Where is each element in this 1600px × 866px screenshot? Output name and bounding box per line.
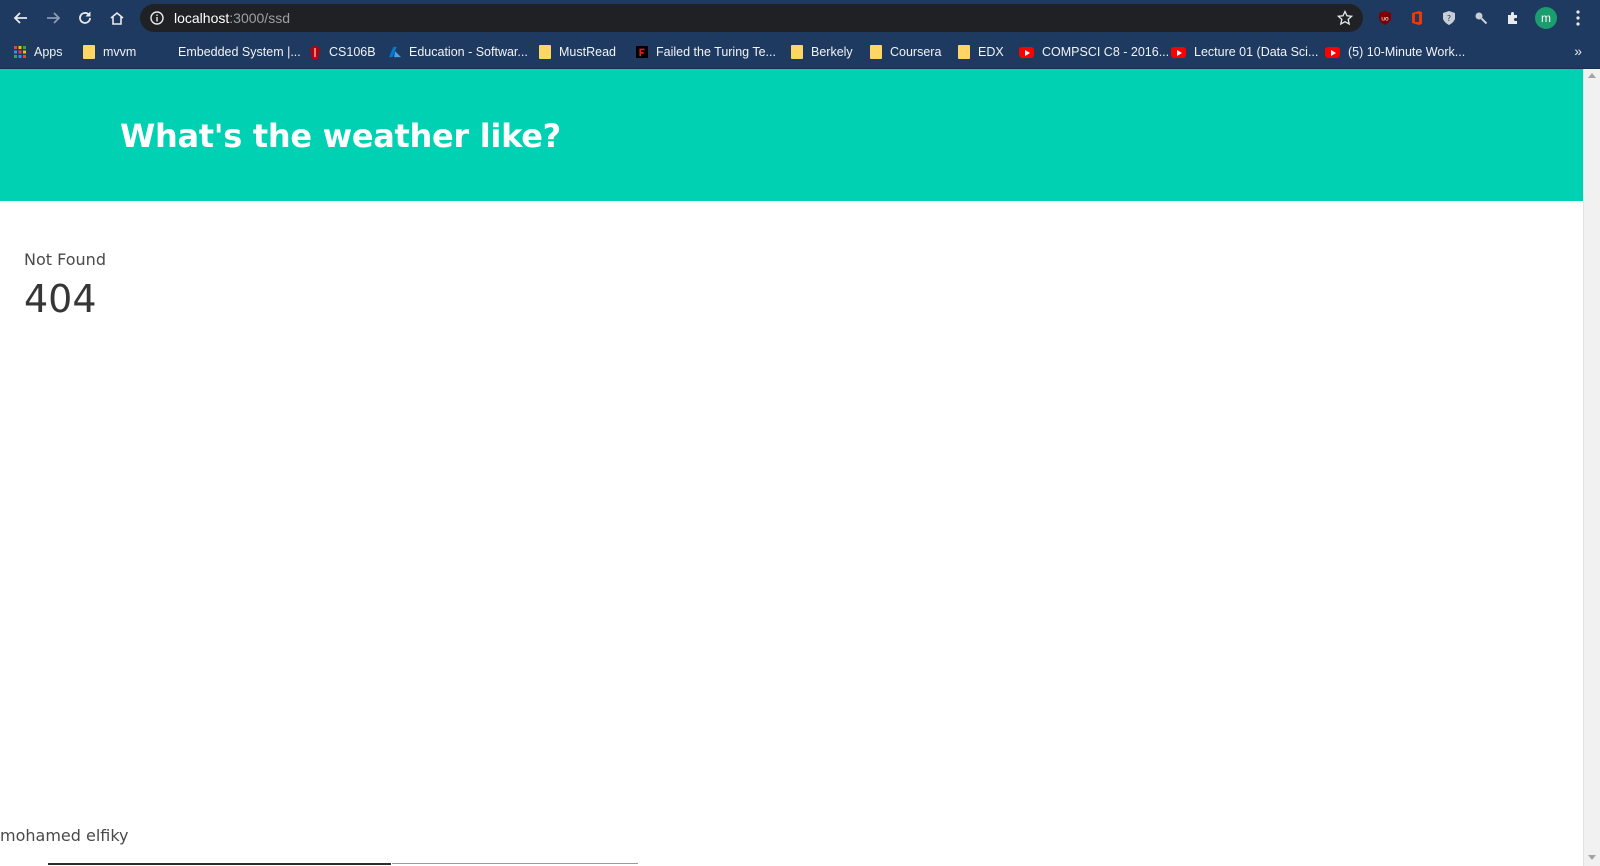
bookmark-failed-turing-test[interactable]: Failed the Turing Te...	[636, 42, 776, 62]
error-message: Not Found	[24, 250, 106, 269]
bookmarks-bar: Apps mvvm Embedded System |... CS106B Ed…	[0, 36, 1600, 69]
error-code: 404	[24, 277, 97, 321]
forward-button[interactable]	[41, 6, 65, 30]
browser-chrome: localhost:3000/ssd uo ? m Apps mvvm Embe…	[0, 0, 1600, 69]
puzzle-extensions-icon[interactable]	[1503, 8, 1523, 28]
bookmark-label: Education - Softwar...	[409, 45, 528, 59]
bookmarks-overflow-button[interactable]: »	[1574, 43, 1582, 59]
profile-avatar[interactable]: m	[1535, 7, 1557, 29]
stanford-icon	[310, 45, 320, 59]
bookmark-mustread[interactable]: MustRead	[539, 42, 616, 62]
folder-icon	[83, 45, 95, 59]
bookmark-coursera[interactable]: Coursera	[870, 42, 941, 62]
bookmark-label: Berkely	[811, 45, 853, 59]
folder-icon	[958, 45, 970, 59]
bookmark-mvvm[interactable]: mvvm	[83, 42, 136, 62]
youtube-icon	[1171, 46, 1186, 58]
footer-author: mohamed elfiky	[0, 826, 129, 845]
apps-grid-icon	[14, 46, 26, 58]
youtube-icon	[1019, 46, 1034, 58]
search-key-extension-icon[interactable]	[1471, 8, 1491, 28]
info-icon[interactable]	[150, 11, 164, 25]
browser-menu-icon[interactable]	[1570, 8, 1586, 28]
shield-extension-icon[interactable]: ?	[1439, 8, 1459, 28]
url-host: localhost	[174, 10, 230, 26]
bookmark-label: Lecture 01 (Data Sci...	[1194, 45, 1319, 59]
bookmark-label: MustRead	[559, 45, 616, 59]
scroll-up-arrow-icon[interactable]	[1588, 73, 1596, 78]
bookmark-label: mvvm	[103, 45, 137, 59]
azure-icon	[389, 46, 401, 58]
folder-icon	[791, 45, 803, 59]
back-arrow-icon	[13, 12, 27, 24]
bookmark-label: CS106B	[329, 45, 376, 59]
browser-toolbar: localhost:3000/ssd uo ? m	[0, 0, 1600, 36]
bookmark-star-icon[interactable]	[1337, 10, 1353, 26]
error-content: Not Found 404	[24, 250, 106, 321]
bookmark-label: Coursera	[890, 45, 942, 59]
bookmark-label: COMPSCI C8 - 2016...	[1042, 45, 1170, 59]
bookmark-label: Embedded System |...	[178, 45, 301, 59]
page-title: What's the weather like?	[120, 117, 561, 155]
bookmark-label: EDX	[978, 45, 1004, 59]
hero-header: What's the weather like?	[0, 69, 1583, 201]
page-scrollbar[interactable]	[1583, 69, 1600, 866]
reload-button[interactable]	[73, 6, 97, 30]
bookmark-label: Failed the Turing Te...	[656, 45, 776, 59]
back-button[interactable]	[9, 6, 33, 30]
bookmark-lecture-01[interactable]: Lecture 01 (Data Sci...	[1171, 42, 1318, 62]
youtube-icon	[1325, 46, 1340, 58]
bookmark-label: (5) 10-Minute Work...	[1348, 45, 1466, 59]
bookmark-cs106b[interactable]: CS106B	[309, 42, 376, 62]
home-icon	[110, 11, 124, 25]
bookmark-embedded-system[interactable]: Embedded System |...	[158, 42, 301, 62]
folder-icon	[870, 45, 882, 59]
ublock-extension-icon[interactable]: uo	[1375, 8, 1395, 28]
office-extension-icon[interactable]	[1407, 8, 1427, 28]
address-bar[interactable]: localhost:3000/ssd	[140, 4, 1363, 32]
bookmark-label: Apps	[34, 45, 63, 59]
forward-arrow-icon	[47, 12, 61, 24]
svg-text:?: ?	[1447, 14, 1451, 23]
bookmark-education-software[interactable]: Education - Softwar...	[389, 42, 528, 62]
url-path: :3000/ssd	[229, 10, 290, 26]
folder-icon	[539, 45, 551, 59]
scroll-down-arrow-icon[interactable]	[1588, 855, 1596, 860]
reload-icon	[79, 11, 91, 24]
svg-text:uo: uo	[1381, 16, 1389, 23]
bookmark-apps[interactable]: Apps	[14, 42, 63, 62]
bookmark-berkely[interactable]: Berkely	[791, 42, 853, 62]
f-icon	[636, 46, 648, 58]
bookmark-10-minute-workout[interactable]: (5) 10-Minute Work...	[1325, 42, 1465, 62]
home-button[interactable]	[105, 6, 129, 30]
url-text: localhost:3000/ssd	[174, 10, 290, 26]
bookmark-compsci-c8[interactable]: COMPSCI C8 - 2016...	[1019, 42, 1169, 62]
bookmark-edx[interactable]: EDX	[958, 42, 1004, 62]
blank-icon	[158, 45, 170, 59]
